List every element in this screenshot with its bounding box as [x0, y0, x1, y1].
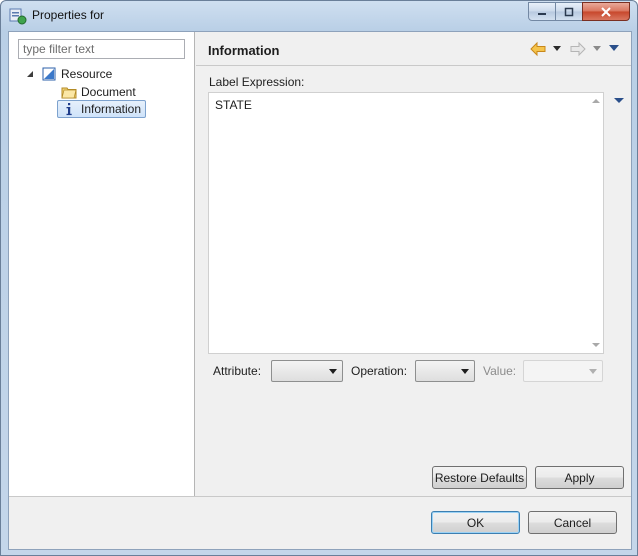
label-expression-textarea[interactable]: STATE [208, 92, 604, 354]
vertical-scrollbar[interactable] [589, 93, 603, 353]
minimize-icon [538, 12, 546, 15]
navigation-panel: Resource Document Information [9, 32, 195, 496]
tree-item-label: Document [81, 84, 136, 99]
tree-item-resource[interactable]: Resource [25, 65, 112, 82]
info-icon [66, 103, 72, 116]
forward-history-dropdown-icon[interactable] [593, 46, 601, 51]
label-expression-label: Label Expression: [209, 75, 305, 89]
dialog-client-area: Resource Document Information [8, 31, 632, 550]
attribute-label: Attribute: [213, 364, 262, 378]
tree-expanded-icon[interactable] [25, 69, 35, 79]
expression-menu-dropdown-icon[interactable] [614, 98, 624, 103]
window-title: Properties for [32, 8, 105, 22]
close-button[interactable] [582, 2, 630, 21]
footer-divider [9, 496, 631, 497]
label-expression-value[interactable]: STATE [215, 98, 252, 112]
properties-dialog: Properties for Resource [0, 0, 638, 556]
tree-item-label: Resource [61, 66, 113, 81]
resource-icon [42, 67, 56, 80]
title-bar[interactable]: Properties for [1, 1, 637, 31]
forward-arrow-icon[interactable] [570, 41, 586, 57]
back-arrow-icon[interactable] [530, 41, 546, 57]
chevron-down-icon [461, 369, 469, 374]
tree-item-label: Information [81, 102, 142, 116]
attribute-select[interactable] [271, 360, 343, 382]
minimize-button[interactable] [528, 2, 556, 21]
apply-button[interactable]: Apply [535, 466, 624, 489]
scroll-down-icon[interactable] [592, 343, 600, 347]
operation-select[interactable] [415, 360, 475, 382]
view-menu-icon[interactable] [609, 45, 619, 51]
chevron-down-icon [589, 369, 597, 374]
page-title: Information [208, 43, 280, 58]
ok-button[interactable]: OK [431, 511, 520, 534]
tree-item-information[interactable]: Information [57, 100, 147, 118]
value-select[interactable] [523, 360, 603, 382]
operation-label: Operation: [351, 364, 408, 378]
page-panel: Information Label Expression: STATE Attr… [196, 32, 631, 496]
properties-app-icon [9, 8, 27, 25]
page-header: Information [196, 32, 631, 66]
restore-icon [564, 7, 574, 16]
chevron-down-icon [329, 369, 337, 374]
close-icon [601, 6, 611, 17]
folder-icon [61, 87, 77, 98]
filter-input[interactable] [18, 39, 185, 59]
restore-defaults-button[interactable]: Restore Defaults [432, 466, 527, 489]
scroll-up-icon[interactable] [592, 99, 600, 103]
tree-item-document[interactable]: Document [61, 83, 136, 100]
value-label: Value: [483, 364, 517, 378]
cancel-button[interactable]: Cancel [528, 511, 617, 534]
back-history-dropdown-icon[interactable] [553, 46, 561, 51]
maximize-button[interactable] [555, 2, 583, 21]
